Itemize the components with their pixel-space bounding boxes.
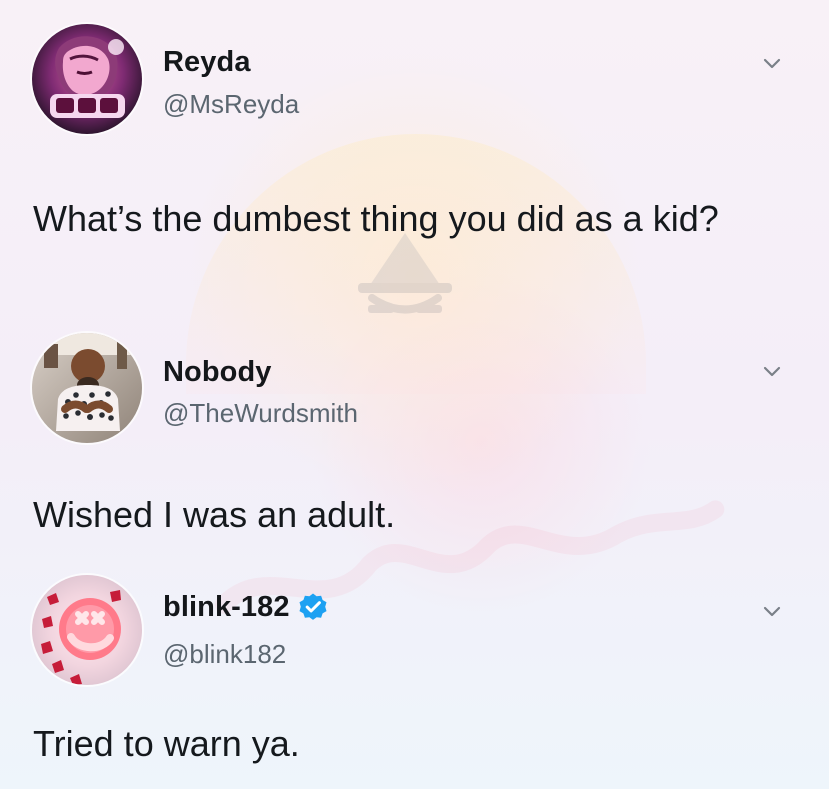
tweet-text: What’s the dumbest thing you did as a ki… bbox=[33, 198, 719, 239]
display-name[interactable]: blink-182 bbox=[163, 592, 290, 622]
avatar-reyda-icon[interactable] bbox=[32, 24, 142, 134]
tweet-card-nobody: Nobody @TheWurdsmith Wished I was an adu… bbox=[0, 333, 829, 558]
tweet-text: Tried to warn ya. bbox=[33, 723, 300, 764]
avatar-blink182-icon[interactable] bbox=[32, 575, 142, 685]
author-row-reyda: Reyda bbox=[163, 48, 251, 77]
display-name[interactable]: Nobody bbox=[163, 358, 272, 387]
user-handle[interactable]: @TheWurdsmith bbox=[163, 400, 358, 426]
user-handle[interactable]: @MsReyda bbox=[163, 91, 299, 117]
chevron-down-icon[interactable] bbox=[761, 361, 783, 383]
tweet-text: Wished I was an adult. bbox=[33, 494, 396, 535]
tweet-card-blink182: blink-182 @blink182 Tried to warn ya. bbox=[0, 565, 829, 789]
chevron-down-icon[interactable] bbox=[761, 53, 783, 75]
display-name[interactable]: Reyda bbox=[163, 48, 251, 77]
tweet-card-reyda: Reyda @MsReyda What’s the dumbest thing … bbox=[0, 24, 829, 338]
chevron-down-icon[interactable] bbox=[761, 601, 783, 623]
author-row-blink182: blink-182 bbox=[163, 592, 328, 622]
author-row-nobody: Nobody bbox=[163, 358, 272, 387]
user-handle[interactable]: @blink182 bbox=[163, 641, 286, 667]
verified-badge-icon bbox=[298, 592, 328, 622]
avatar-nobody-icon[interactable] bbox=[32, 333, 142, 443]
